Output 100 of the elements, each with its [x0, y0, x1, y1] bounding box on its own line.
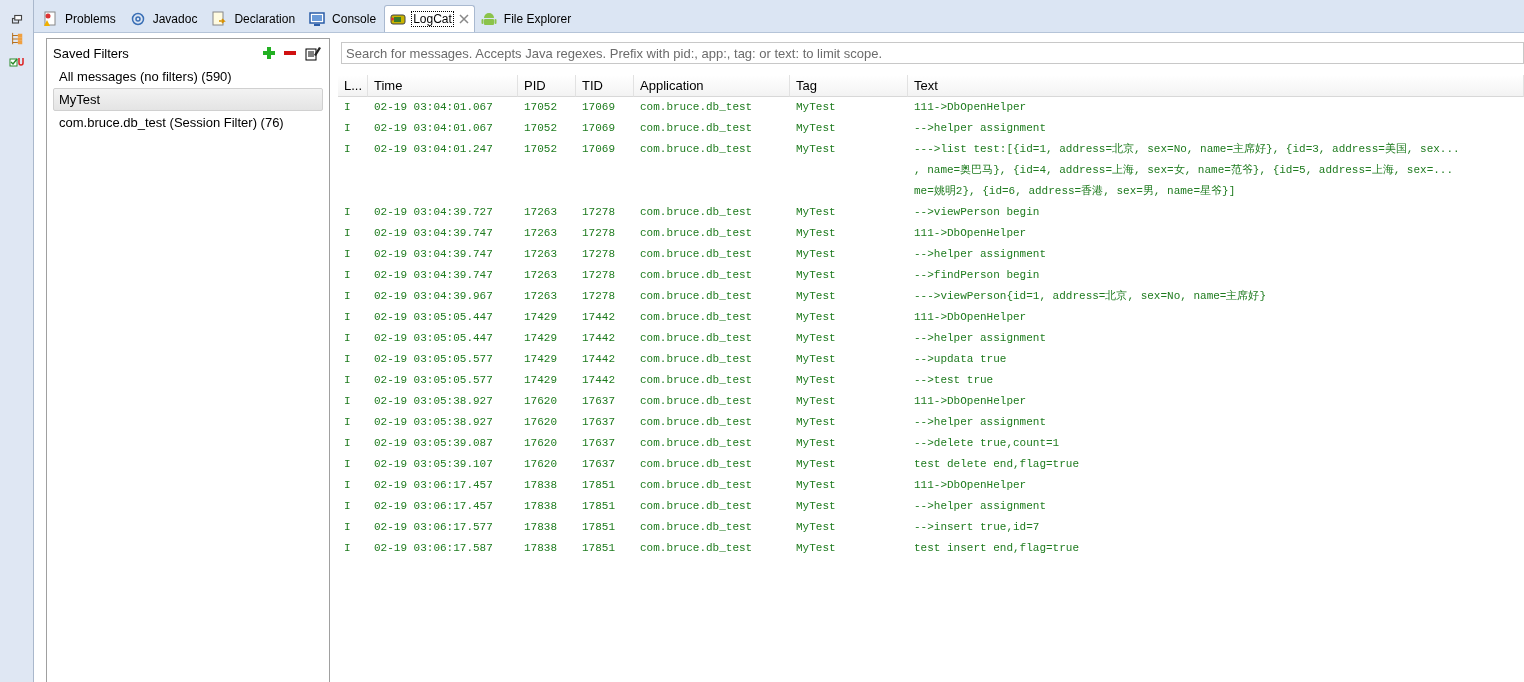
column-header[interactable]: Time [368, 75, 518, 97]
table-cell-text: I [343, 121, 352, 136]
table-cell-text: 02-19 03:05:38.927 [373, 394, 494, 409]
filter-item[interactable]: com.bruce.db_test (Session Filter) (76) [53, 111, 323, 134]
log-text: -->helper assignment [914, 415, 1048, 430]
table-cell-text: 17263 [523, 226, 558, 241]
table-cell-text: 02-19 03:05:05.577 [373, 352, 494, 367]
table-cell-text: com.bruce.db_test [639, 247, 754, 262]
restore-window-icon [10, 14, 23, 26]
table-cell-text: MyTest [795, 310, 837, 325]
table-cell-text: MyTest [795, 478, 837, 493]
search-field[interactable]: Search for messages. Accepts Java regexes. Prefix with pid:, app:, tag: or text: to limit scope. [341, 42, 1524, 64]
at-sign-icon [129, 11, 146, 27]
column-header[interactable]: Text [908, 75, 1524, 97]
android-robot-icon [480, 11, 497, 27]
table-cell-text: com.bruce.db_test [639, 499, 754, 514]
column-header[interactable]: Tag [790, 75, 908, 97]
table-cell-text: 02-19 03:05:05.447 [373, 331, 494, 346]
table-cell-text: I [343, 205, 352, 220]
log-text: 111->DbOpenHelper [914, 310, 1028, 325]
table-cell-text: 02-19 03:04:39.747 [373, 247, 494, 262]
warning-page-icon [42, 11, 58, 27]
table-cell-text: 17851 [581, 499, 616, 514]
table-cell-text: 17263 [523, 247, 558, 262]
table-cell-text: I [343, 499, 352, 514]
table-cell-text: I [343, 331, 352, 346]
table-cell-text: com.bruce.db_test [639, 541, 754, 556]
column-header[interactable]: TID [576, 75, 634, 97]
table-cell-text: MyTest [795, 121, 837, 136]
table-cell-text: 17278 [581, 247, 616, 262]
table-cell-text: 17278 [581, 205, 616, 220]
table-cell-text: MyTest [795, 331, 837, 346]
table-cell-text: 17620 [523, 457, 558, 472]
table-cell-text: 17263 [523, 268, 558, 283]
column-header[interactable]: L... [338, 75, 368, 97]
table-cell-text: MyTest [795, 268, 837, 283]
close-icon[interactable] [458, 14, 469, 24]
table-cell-text: com.bruce.db_test [639, 226, 754, 241]
table-cell-text: com.bruce.db_test [639, 268, 754, 283]
log-text: -->helper assignment [914, 331, 1048, 346]
table-cell-text: 17838 [523, 499, 558, 514]
log-text: -->insert true,id=7 [914, 520, 1041, 535]
log-text: -->helper assignment [914, 121, 1048, 136]
log-text: me=姚明2}, {id=6, address=香港, sex=男, name=星爷}] [914, 184, 1237, 199]
table-cell-text: 17620 [523, 394, 558, 409]
table-cell-text: 17069 [581, 100, 616, 115]
table-cell-text: 17442 [581, 352, 616, 367]
table-cell-text: I [343, 268, 352, 283]
table-cell-text: com.bruce.db_test [639, 478, 754, 493]
table-cell-text: 17851 [581, 520, 616, 535]
table-cell-text: I [343, 520, 352, 535]
table-cell-text: 17278 [581, 289, 616, 304]
table-cell-text: com.bruce.db_test [639, 520, 754, 535]
log-text: test insert end,flag=true [914, 541, 1081, 556]
monitor-icon [309, 11, 326, 27]
filter-item[interactable]: MyTest [53, 88, 323, 111]
table-cell-text: I [343, 352, 352, 367]
table-cell-text: 02-19 03:04:39.967 [373, 289, 494, 304]
table-cell-text: I [343, 289, 352, 304]
table-cell-text: 17838 [523, 541, 558, 556]
table-cell-text: com.bruce.db_test [639, 457, 754, 472]
table-cell-text: 17442 [581, 373, 616, 388]
log-text: --->viewPerson{id=1, address=北京, sex=No, name=主席好} [914, 289, 1268, 304]
table-cell-text: 02-19 03:06:17.577 [373, 520, 494, 535]
table-cell-text: com.bruce.db_test [639, 331, 754, 346]
table-cell-text: 17052 [523, 142, 558, 157]
log-text: -->updata true [914, 352, 1008, 367]
log-text: -->viewPerson begin [914, 205, 1041, 220]
column-header[interactable]: PID [518, 75, 576, 97]
log-text: test delete end,flag=true [914, 457, 1081, 472]
table-cell-text: com.bruce.db_test [639, 142, 754, 157]
table-cell-text: 02-19 03:06:17.587 [373, 541, 494, 556]
table-cell-text: 17278 [581, 268, 616, 283]
add-icon[interactable] [263, 47, 275, 59]
table-cell-text: 02-19 03:05:39.107 [373, 457, 494, 472]
table-cell-text: I [343, 457, 352, 472]
table-cell-text: 02-19 03:04:01.067 [373, 100, 494, 115]
view-tab[interactable]: Problems [36, 5, 124, 32]
view-tab[interactable]: Declaration [205, 5, 304, 32]
column-header[interactable]: Application [634, 75, 790, 97]
edit-icon[interactable] [305, 45, 321, 61]
table-cell-text: 17620 [523, 415, 558, 430]
table-cell-text: MyTest [795, 457, 837, 472]
view-tab[interactable]: Console [303, 5, 385, 32]
table-cell-text: 02-19 03:06:17.457 [373, 478, 494, 493]
view-tab[interactable]: Javadoc [123, 5, 206, 32]
log-device-icon [390, 11, 407, 27]
table-cell-text: 17052 [523, 121, 558, 136]
table-cell-text: MyTest [795, 394, 837, 409]
table-cell-text: 02-19 03:06:17.457 [373, 499, 494, 514]
table-cell-text: 02-19 03:05:05.447 [373, 310, 494, 325]
view-tab[interactable]: LogCat [384, 5, 475, 32]
table-cell-text: MyTest [795, 436, 837, 451]
view-tab[interactable]: File Explorer [474, 5, 580, 32]
table-cell-text: I [343, 142, 352, 157]
table-cell-text: 17851 [581, 541, 616, 556]
table-cell-text: 17620 [523, 436, 558, 451]
log-text: --->list test:[{id=1, address=北京, sex=No, name=主席好}, {id=3, address=美国, sex... [914, 141, 1461, 157]
table-cell-text: 17278 [581, 226, 616, 241]
filter-item[interactable]: All messages (no filters) (590) [53, 65, 323, 88]
